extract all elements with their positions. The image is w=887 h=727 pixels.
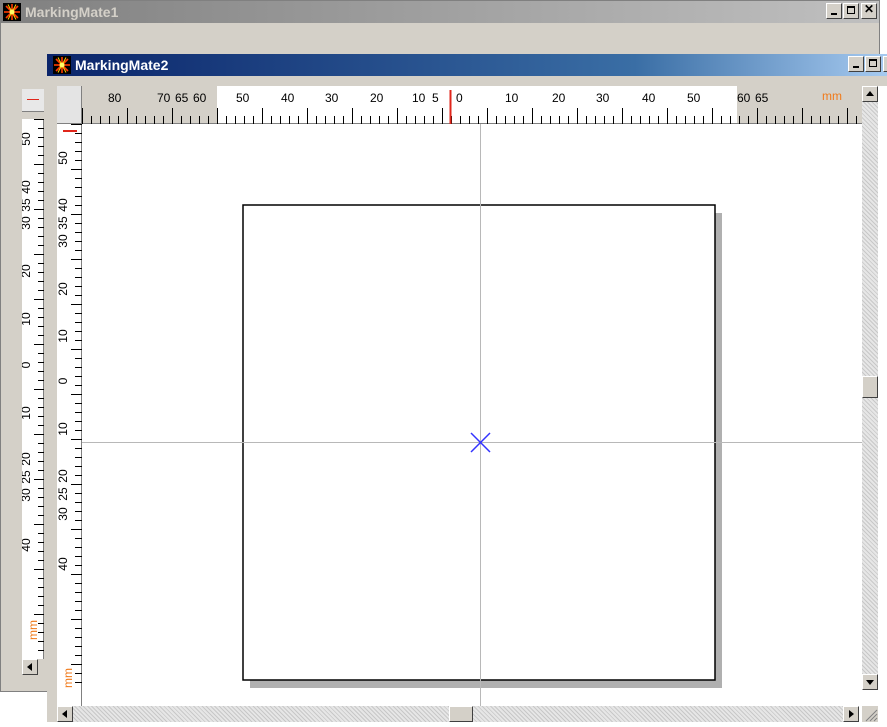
hruler-tick-label: 10 bbox=[505, 91, 519, 105]
window1-minimize-button[interactable] bbox=[826, 3, 842, 19]
hruler-tick-label: 10 bbox=[412, 91, 426, 105]
window1-vruler-tick-label: 50 bbox=[22, 132, 33, 146]
hruler-tick-label: 80 bbox=[108, 91, 122, 105]
window1-top-ruler-strip bbox=[22, 89, 44, 112]
vruler-tick-label: 10 bbox=[57, 422, 70, 436]
hruler-tick-label: 70 bbox=[157, 91, 171, 105]
window1-vertical-ruler: 50 40 35 30 20 10 0 10 20 25 30 40 bbox=[22, 119, 44, 659]
vruler-unit: mm bbox=[61, 668, 75, 688]
window2-maximize-button[interactable] bbox=[865, 56, 881, 72]
arrow-left-icon bbox=[62, 710, 67, 718]
scroll-left-button[interactable] bbox=[57, 706, 73, 722]
maximize-icon bbox=[869, 59, 877, 67]
window-markingmate2[interactable]: MarkingMate2 ✕ 8070656050403020105010203… bbox=[47, 54, 887, 722]
window2-close-button[interactable]: ✕ bbox=[883, 55, 887, 72]
arrow-right-icon bbox=[849, 710, 854, 718]
vruler-tick-label: 35 bbox=[57, 216, 70, 230]
hruler-tick-label: 20 bbox=[552, 91, 566, 105]
vruler-tick-label: 30 bbox=[57, 507, 70, 521]
scroll-right-button[interactable] bbox=[843, 706, 859, 722]
hruler-tick-label: 20 bbox=[370, 91, 384, 105]
hruler-tick-label: 60 bbox=[193, 91, 207, 105]
hruler-tick-label: 50 bbox=[687, 91, 701, 105]
window1-vruler-tick-label: 35 bbox=[22, 198, 33, 212]
hruler-tick-label: 50 bbox=[236, 91, 250, 105]
window1-maximize-button[interactable] bbox=[843, 3, 859, 19]
window1-vruler-tick-label: 40 bbox=[22, 538, 33, 552]
vruler-tick-label: 20 bbox=[57, 282, 70, 296]
window1-scroll-left-button[interactable] bbox=[22, 659, 38, 675]
minimize-icon bbox=[831, 13, 837, 15]
vruler-tick-label: 40 bbox=[57, 557, 70, 571]
maximize-icon bbox=[847, 6, 855, 14]
window1-vruler-unit: mm bbox=[26, 620, 40, 640]
drawing-canvas[interactable] bbox=[82, 124, 862, 714]
window1-vruler-tick-label: 0 bbox=[22, 361, 33, 368]
window1-vruler-tick-label: 10 bbox=[22, 406, 33, 420]
hruler-tick-label: 65 bbox=[175, 91, 189, 105]
window1-vruler-tick-label: 30 bbox=[22, 216, 33, 230]
vruler-tick-label: 40 bbox=[57, 198, 70, 212]
vruler-tick-label: 50 bbox=[57, 151, 70, 165]
vruler-tick-label: 30 bbox=[57, 234, 70, 248]
window1-ruler-corner bbox=[22, 57, 44, 89]
hruler-tick-label: 30 bbox=[325, 91, 339, 105]
arrow-up-icon bbox=[866, 91, 874, 96]
window2-titlebar[interactable]: MarkingMate2 ✕ bbox=[47, 54, 887, 76]
arrow-left-icon bbox=[27, 663, 32, 671]
vertical-ruler: 50 40 35 30 20 10 0 10 20 25 30 40 bbox=[57, 124, 82, 714]
vertical-scroll-thumb[interactable] bbox=[862, 376, 878, 398]
hruler-tick-label: 0 bbox=[456, 91, 463, 105]
vruler-tick-label: 10 bbox=[57, 329, 70, 343]
arrow-down-icon bbox=[866, 680, 874, 685]
app-icon[interactable] bbox=[3, 3, 21, 21]
window1-vruler-tick-label: 40 bbox=[22, 180, 33, 194]
horizontal-scroll-thumb[interactable] bbox=[449, 706, 473, 722]
window1-close-button[interactable]: ✕ bbox=[861, 2, 877, 19]
ruler-corner bbox=[57, 86, 82, 124]
vruler-tick-label: 25 bbox=[57, 487, 70, 501]
window1-vruler-tick-label: 30 bbox=[22, 488, 33, 502]
window1-vruler-tick-label: 10 bbox=[22, 312, 33, 326]
window1-vruler-tick-label: 20 bbox=[22, 264, 33, 278]
window1-titlebar[interactable]: MarkingMate1 ✕ bbox=[1, 1, 879, 23]
hruler-tick-label: 30 bbox=[596, 91, 610, 105]
hruler-tick-label: 40 bbox=[642, 91, 656, 105]
minimize-icon bbox=[853, 66, 859, 68]
close-icon: ✕ bbox=[863, 2, 875, 16]
vruler-tick-label: 0 bbox=[57, 377, 70, 384]
window1-vruler-tick-label: 25 bbox=[22, 470, 33, 484]
hruler-unit: mm bbox=[822, 89, 842, 103]
app-icon[interactable] bbox=[53, 56, 71, 74]
size-grip-icon[interactable] bbox=[862, 706, 878, 722]
scroll-up-button[interactable] bbox=[862, 86, 878, 102]
hruler-tick-label: 65 bbox=[755, 91, 769, 105]
scroll-down-button[interactable] bbox=[862, 674, 878, 690]
vruler-tick-label: 20 bbox=[57, 469, 70, 483]
window2-client: 80 70 65 60 50 40 30 20 10 5 0 10 20 30 40 50 60 65 mm 50… bbox=[57, 86, 887, 722]
window2-minimize-button[interactable] bbox=[848, 56, 864, 72]
window2-title: MarkingMate2 bbox=[75, 57, 169, 73]
hruler-tick-label: 60 bbox=[737, 91, 751, 105]
horizontal-ruler: 80 70 65 60 50 40 30 20 10 5 0 10 20 30 40 50 60 65 mm bbox=[82, 86, 862, 124]
window1-vruler-tick-label: 20 bbox=[22, 452, 33, 466]
window1-title: MarkingMate1 bbox=[25, 4, 119, 20]
hruler-tick-label: 5 bbox=[432, 91, 439, 105]
hruler-tick-label: 40 bbox=[281, 91, 295, 105]
